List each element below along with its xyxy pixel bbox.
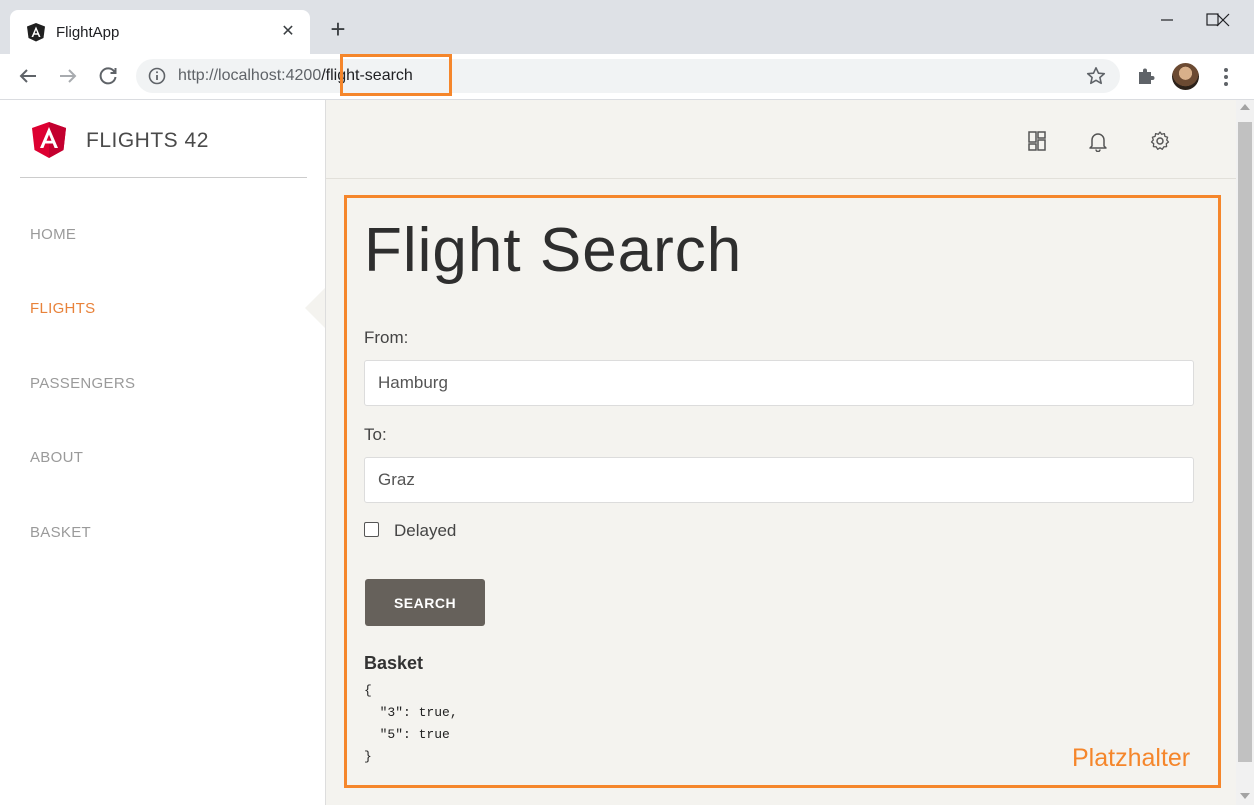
more-vertical-icon[interactable] bbox=[1216, 66, 1236, 88]
sidebar: FLIGHTS 42 HOME FLIGHTS PASSENGERS ABOUT… bbox=[0, 100, 326, 805]
to-label: To: bbox=[364, 425, 387, 444]
angular-logo-icon bbox=[32, 122, 66, 158]
brand-divider bbox=[20, 177, 307, 178]
browser-toolbar: http://localhost:4200/flight-search bbox=[0, 54, 1254, 100]
address-bar[interactable]: http://localhost:4200/flight-search bbox=[136, 59, 1120, 93]
forward-arrow-icon[interactable] bbox=[56, 64, 80, 88]
tab-title: FlightApp bbox=[56, 24, 120, 41]
sidebar-item-basket[interactable]: BASKET bbox=[30, 524, 91, 541]
from-input[interactable] bbox=[364, 360, 1194, 406]
topbar bbox=[326, 100, 1236, 179]
sidebar-item-home[interactable]: HOME bbox=[30, 226, 76, 243]
url-path-highlight bbox=[340, 54, 452, 96]
scroll-thumb[interactable] bbox=[1238, 122, 1252, 762]
scroll-down-arrow-icon[interactable] bbox=[1240, 793, 1250, 799]
gear-icon[interactable] bbox=[1149, 130, 1171, 152]
search-button[interactable]: SEARCH bbox=[365, 579, 485, 626]
dashboard-icon[interactable] bbox=[1026, 130, 1048, 152]
placeholder-annotation: Platzhalter bbox=[1072, 744, 1191, 772]
main-panel: Flight Search From: To: Delayed SEARCH B… bbox=[326, 100, 1236, 805]
browser-tab[interactable]: FlightApp ✕ bbox=[10, 10, 310, 54]
minimize-window-icon bbox=[1144, 6, 1190, 34]
close-window-button[interactable] bbox=[1200, 6, 1246, 34]
active-item-indicator bbox=[305, 288, 325, 328]
tab-close-icon[interactable]: ✕ bbox=[276, 20, 300, 44]
sidebar-item-passengers[interactable]: PASSENGERS bbox=[30, 375, 135, 392]
delayed-checkbox[interactable] bbox=[364, 522, 379, 537]
basket-json: { "3": true, "5": true } bbox=[364, 683, 458, 764]
delayed-label[interactable]: Delayed bbox=[394, 521, 456, 541]
back-arrow-icon[interactable] bbox=[16, 64, 40, 88]
url-host: http://localhost:4200 bbox=[178, 67, 322, 84]
browser-tabstrip: FlightApp ✕ + bbox=[0, 0, 1254, 54]
sidebar-item-flights[interactable]: FLIGHTS bbox=[30, 300, 95, 317]
page-title: Flight Search bbox=[364, 216, 743, 285]
to-input[interactable] bbox=[364, 457, 1194, 503]
info-icon[interactable] bbox=[148, 67, 166, 85]
extensions-puzzle-icon[interactable] bbox=[1136, 66, 1156, 86]
page-scrollbar[interactable] bbox=[1236, 100, 1254, 805]
sidebar-item-about[interactable]: ABOUT bbox=[30, 449, 83, 466]
bookmark-star-icon[interactable] bbox=[1086, 66, 1106, 86]
scroll-up-arrow-icon[interactable] bbox=[1240, 104, 1250, 110]
reload-icon[interactable] bbox=[96, 64, 120, 88]
app-root: FLIGHTS 42 HOME FLIGHTS PASSENGERS ABOUT… bbox=[0, 100, 1236, 805]
profile-avatar[interactable] bbox=[1172, 63, 1199, 90]
bell-icon[interactable] bbox=[1087, 130, 1109, 152]
new-tab-button[interactable]: + bbox=[326, 16, 350, 42]
from-label: From: bbox=[364, 328, 409, 347]
brand-title: FLIGHTS 42 bbox=[86, 129, 209, 152]
angular-favicon-icon bbox=[27, 23, 45, 42]
basket-heading: Basket bbox=[364, 653, 424, 673]
